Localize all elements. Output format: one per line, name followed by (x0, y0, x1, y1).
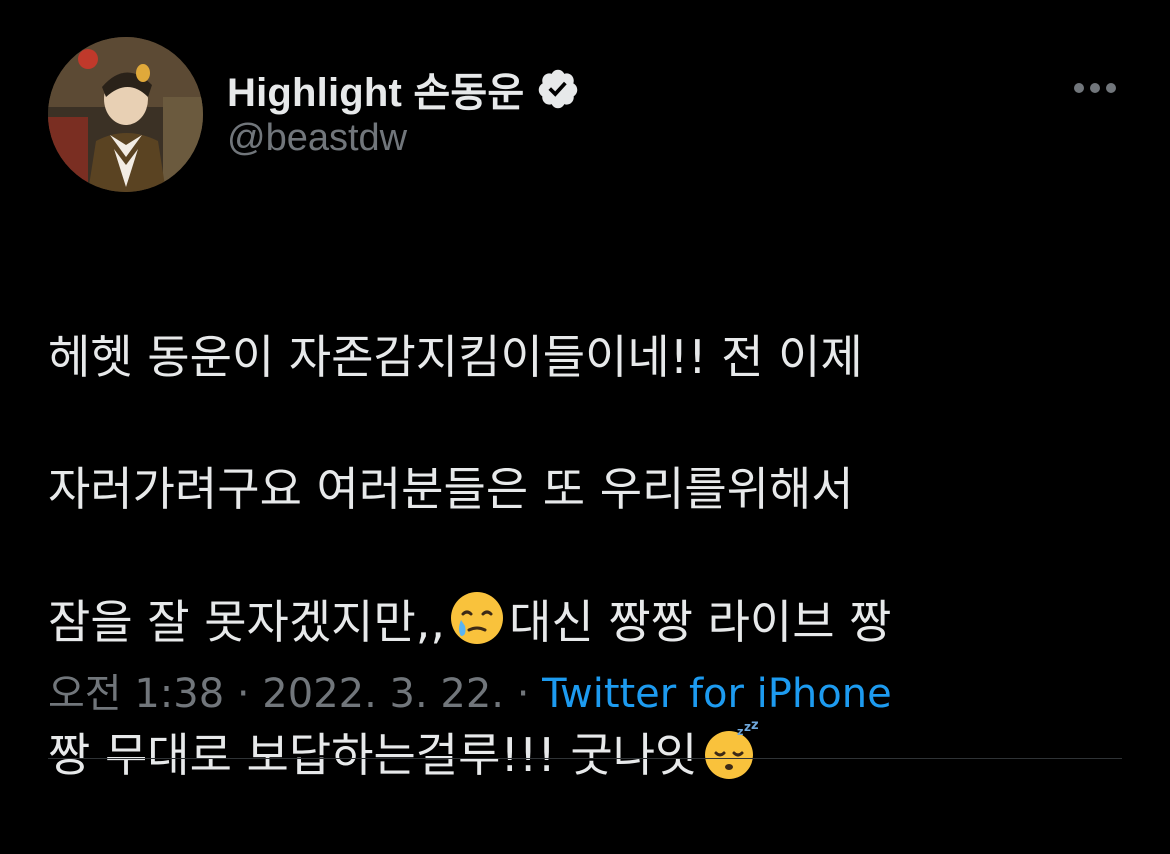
author-name-row[interactable]: Highlight 손동운 (227, 62, 580, 116)
tweet-line: 헤헷 동운이 자존감지킴이들이네!! 전 이제 (48, 330, 863, 384)
tweet-line-with-emoji: 잠을 잘 못자겠지만,, 대신 짱짱 라이브 짱 (48, 588, 1128, 655)
more-options-button[interactable] (1068, 68, 1122, 108)
tweet-source-link[interactable]: Twitter for iPhone (542, 671, 892, 717)
tweet-line: 잠을 잘 못자겠지만,, (48, 595, 446, 649)
divider (48, 758, 1122, 759)
tweet-time[interactable]: 오전 1:38 (48, 671, 224, 717)
tweet-date[interactable]: 2022. 3. 22. (262, 671, 504, 717)
avatar[interactable] (48, 37, 203, 192)
face-holding-back-tears-icon (447, 588, 507, 648)
tweet-meta: 오전 1:38 · 2022. 3. 22. · Twitter for iPh… (48, 668, 892, 720)
meta-separator: · (224, 671, 263, 717)
svg-text:z: z (744, 721, 751, 734)
svg-text:z: z (737, 725, 743, 738)
tweet-line: 짱 무대로 보답하는걸루!!! 굿나잇 (48, 728, 698, 782)
display-name[interactable]: Highlight 손동운 (227, 60, 524, 118)
verified-badge-icon (536, 67, 580, 111)
author-handle[interactable]: @beastdw (227, 117, 407, 160)
more-options-icon (1074, 83, 1116, 93)
sleeping-face-icon: z z z (699, 721, 759, 781)
tweet-line: 대신 짱짱 라이브 짱 (509, 595, 892, 649)
meta-separator: · (504, 671, 543, 717)
tweet-text: 헤헷 동운이 자존감지킴이들이네!! 전 이제 자러가려구요 여러분들은 또 우… (48, 258, 1128, 854)
profile-photo (48, 37, 203, 192)
svg-text:z: z (751, 721, 759, 733)
tweet-line: 자러가려구요 여러분들은 또 우리를위해서 (48, 462, 854, 516)
